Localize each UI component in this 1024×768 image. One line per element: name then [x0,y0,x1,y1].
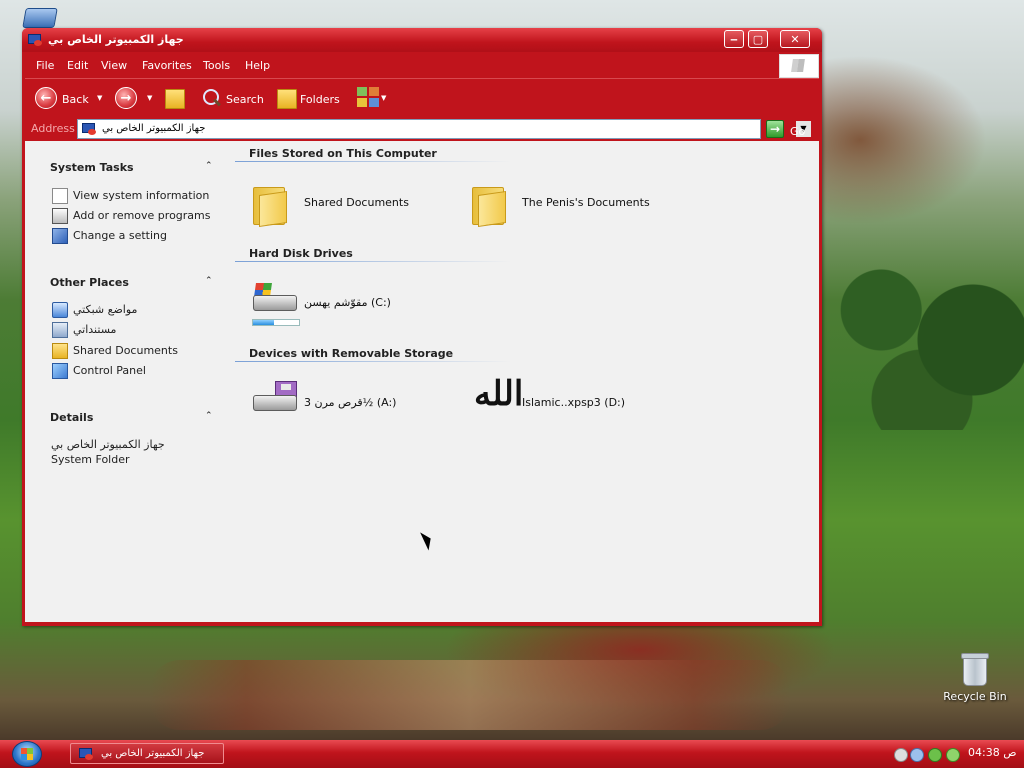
computer-icon [79,748,93,760]
address-value[interactable]: جهاز الكمبيوتر الخاص بي [102,123,205,134]
background-trees [820,230,1024,430]
recycle-bin-icon [961,653,989,686]
system-info-icon [52,188,68,204]
back-icon[interactable]: ← [35,87,57,109]
start-button[interactable] [12,741,42,767]
drive-usage-fill [253,320,274,325]
drive-usage-bar [252,319,300,326]
search-button-label[interactable]: Search [226,93,264,106]
item-drive-a[interactable]: قرص مرن 3½ (A:) [304,396,396,409]
add-remove-programs-icon [52,208,68,224]
group-title-removable: Devices with Removable Storage [249,347,454,360]
forward-icon[interactable]: → [115,87,137,109]
window-title: جهاز الكمبيوتر الخاص بي [48,33,184,46]
menu-help[interactable]: Help [245,59,270,72]
item-drive-c[interactable]: مقوّشم يهسن (C:) [304,296,391,309]
views-icon[interactable] [357,87,379,107]
link-change-setting[interactable]: Change a setting [73,229,167,242]
up-folder-icon[interactable] [165,89,185,109]
link-shared-documents[interactable]: Shared Documents [73,344,178,357]
volume-icon[interactable] [894,748,908,762]
windows-logo-throbber [779,54,819,78]
link-network-places[interactable]: مواضع شبكتي [73,303,137,316]
shared-documents-folder-icon[interactable] [253,183,287,227]
folder-icon [52,343,68,359]
menu-favorites[interactable]: Favorites [142,59,192,72]
recycle-bin-label: Recycle Bin [943,690,1007,703]
change-setting-icon [52,228,68,244]
details-type: System Folder [51,453,130,466]
link-my-documents[interactable]: مستنداتي [73,323,116,336]
minimize-button[interactable]: ‒ [724,30,744,48]
link-view-system-information[interactable]: View system information [73,189,209,202]
menu-file[interactable]: File [36,59,54,72]
details-header[interactable]: Details [50,411,93,424]
other-places-header[interactable]: Other Places [50,276,129,289]
network-places-icon [52,302,68,318]
item-shared-documents[interactable]: Shared Documents [304,196,409,209]
link-add-remove-programs[interactable]: Add or remove programs [73,209,211,222]
forward-dropdown-icon[interactable]: ▼ [147,94,152,102]
back-dropdown-icon[interactable]: ▼ [97,94,102,102]
menu-tools[interactable]: Tools [203,59,230,72]
group-divider [235,161,511,162]
title-bar[interactable]: جهاز الكمبيوتر الخاص بي ‒ ▢ ✕ [22,28,822,52]
details-name: جهاز الكمبيوتر الخاص بي [51,438,165,451]
folders-button-label[interactable]: Folders [300,93,340,106]
menu-view[interactable]: View [101,59,127,72]
link-control-panel[interactable]: Control Panel [73,364,146,377]
floppy-drive-icon[interactable] [251,381,297,415]
go-button-label[interactable]: Go [790,125,805,138]
desktop-shortcut-icon[interactable] [22,8,58,28]
taskbar: جهاز الكمبيوتر الخاص بي 04:38 ص [0,740,1024,768]
collapse-chevron-icon[interactable]: ⌃ [205,411,213,421]
toolbar: ← Back ▼ → ▼ Search Folders ▼ [25,78,819,117]
group-title-hard-disks: Hard Disk Drives [249,247,353,260]
cd-drive-icon[interactable]: الله [474,377,523,411]
security-icon[interactable] [946,748,960,762]
group-divider [235,361,511,362]
collapse-chevron-icon[interactable]: ⌃ [205,161,213,171]
computer-icon [82,123,96,135]
close-button[interactable]: ✕ [780,30,810,48]
my-documents-icon [52,322,68,338]
windows-flag-icon [791,59,805,72]
network-icon[interactable] [928,748,942,762]
go-arrow-icon[interactable]: → [766,120,784,138]
item-user-documents[interactable]: The Penis's Documents [522,196,650,209]
folders-icon[interactable] [277,89,297,109]
menu-edit[interactable]: Edit [67,59,88,72]
address-bar: Address جهاز الكمبيوتر الخاص بي ▼ → Go [25,117,819,141]
item-drive-d[interactable]: Islamic..xpsp3 (D:) [522,396,625,409]
maximize-button[interactable]: ▢ [748,30,768,48]
search-icon[interactable] [203,89,219,105]
user-icon[interactable] [910,748,924,762]
control-panel-icon [52,363,68,379]
system-tasks-header[interactable]: System Tasks [50,161,134,174]
collapse-chevron-icon[interactable]: ⌃ [205,276,213,286]
clock[interactable]: 04:38 ص [968,746,1017,759]
content-area: System Tasks ⌃ View system information A… [25,141,819,622]
group-title-files: Files Stored on This Computer [249,147,437,160]
address-label: Address [31,122,75,135]
taskbar-window-button[interactable]: جهاز الكمبيوتر الخاص بي [70,743,224,764]
recycle-bin[interactable]: Recycle Bin [942,653,1008,703]
user-documents-folder-icon[interactable] [472,183,506,227]
taskbar-window-label: جهاز الكمبيوتر الخاص بي [101,748,205,759]
hard-drive-icon[interactable] [251,281,297,315]
group-divider [235,261,511,262]
background-calligraphy [150,660,790,730]
views-dropdown-icon[interactable]: ▼ [381,94,386,102]
back-button-label[interactable]: Back [62,93,89,106]
task-pane: System Tasks ⌃ View system information A… [25,141,231,622]
menu-bar: File Edit View Favorites Tools Help [25,52,819,78]
computer-icon [28,34,42,46]
address-input[interactable]: جهاز الكمبيوتر الخاص بي ▼ [77,119,811,139]
